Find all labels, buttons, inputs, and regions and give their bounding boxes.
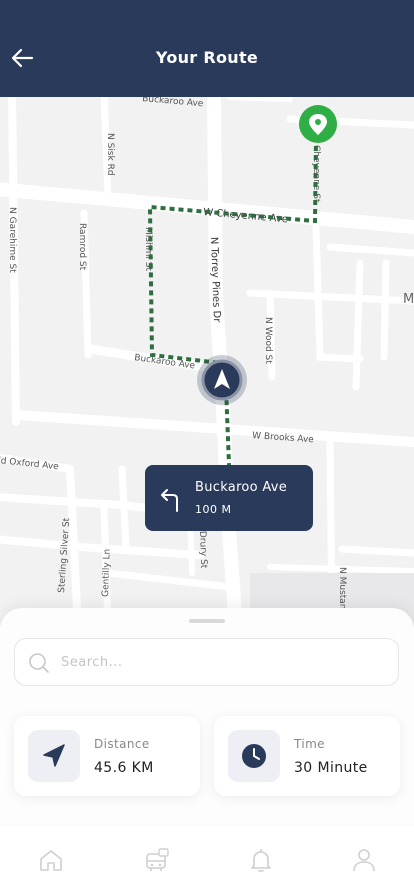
bell-icon [251,849,271,872]
instruction-distance: 100 M [195,503,232,516]
nav-notifications[interactable] [247,846,275,874]
street-label: Drury St [197,531,208,569]
destination-pin-icon[interactable] [299,105,337,143]
map-edge-letter: M [403,292,414,307]
user-icon [353,849,375,872]
nav-home[interactable] [37,846,65,874]
route-bottom-sheet: Distance 45.6 KM Time 30 Minute [0,608,414,826]
bottom-nav [0,826,414,896]
street-label: Ramrod St [77,223,87,271]
turn-left-icon [161,489,178,512]
time-card: Time 30 Minute [214,716,400,796]
nav-profile[interactable] [350,846,378,874]
street-label: Gentilly Ln [101,549,113,597]
navigation-arrow-icon [43,744,65,767]
street-label: N Garehime St [7,207,17,273]
search-bar[interactable] [14,638,399,686]
distance-icon-box [28,730,80,782]
search-input[interactable] [61,639,391,685]
route-map[interactable]: Buckaroo Ave N Garehime St Ramrod St N S… [0,97,414,627]
time-value: 30 Minute [294,760,368,776]
distance-label: Distance [94,737,150,751]
search-icon [29,653,49,673]
time-label: Time [294,737,325,751]
turn-instruction-card[interactable]: Buckaroo Ave 100 M [145,465,313,531]
current-location-marker[interactable] [197,355,247,405]
instruction-street: Buckaroo Ave [195,480,288,495]
clock-icon [242,744,266,768]
time-icon-box [228,730,280,782]
distance-card: Distance 45.6 KM [14,716,200,796]
distance-value: 45.6 KM [94,760,154,776]
bus-icon [146,848,169,871]
app-header: Your Route [0,0,414,97]
nav-transport[interactable] [143,846,171,874]
street-label: N Mustan [337,567,347,610]
street-label: N Sisk Rd [105,133,115,176]
home-icon [40,850,62,871]
page-title: Your Route [155,48,259,67]
drag-handle[interactable] [189,619,225,623]
street-label: N Wood St [263,317,273,364]
